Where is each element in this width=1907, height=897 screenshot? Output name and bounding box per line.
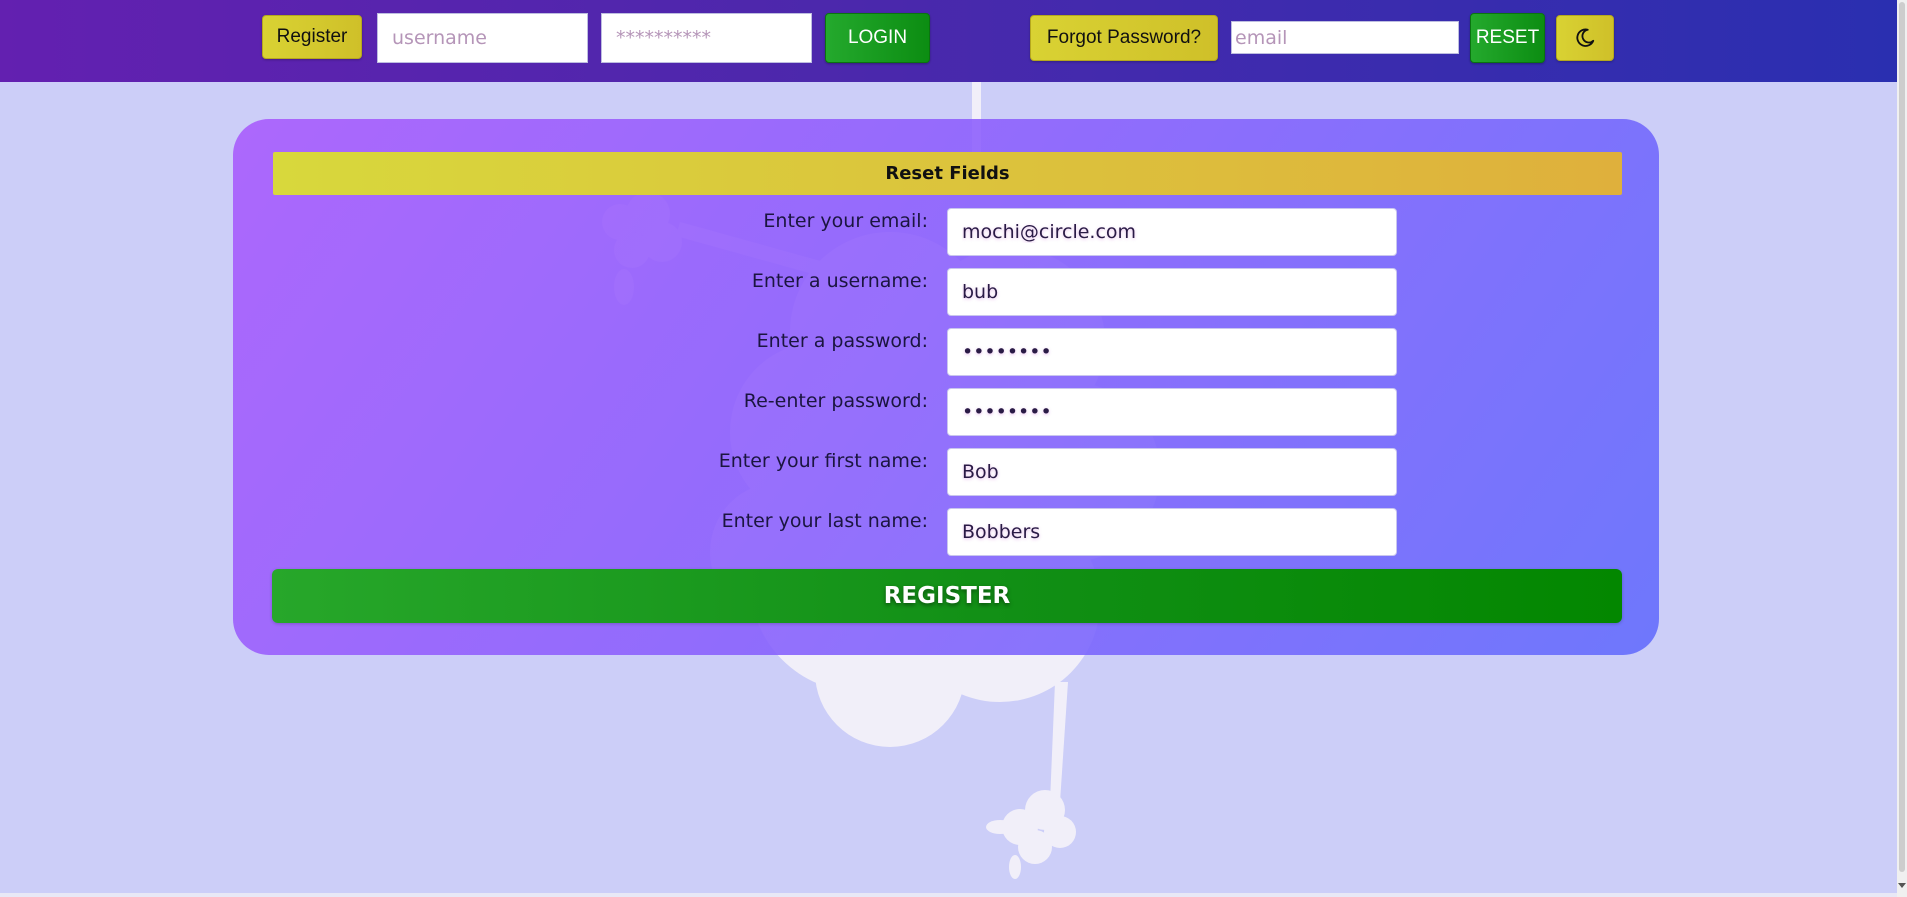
top-navigation-bar: Register LOGIN Forgot Password? RESET [0,0,1897,82]
reset-fields-button[interactable]: Reset Fields [273,152,1622,195]
last-name-label: Enter your last name: [721,510,928,532]
username-row: Enter a username: [0,268,1907,316]
first-name-field[interactable] [947,448,1397,496]
reenter-password-label: Re-enter password: [743,390,928,412]
reset-email-input[interactable] [1231,21,1459,54]
theme-toggle-button[interactable] [1556,15,1614,61]
forgot-password-button[interactable]: Forgot Password? [1030,15,1218,61]
email-label: Enter your email: [763,210,928,232]
last-name-row: Enter your last name: [0,508,1907,556]
moon-icon [1576,28,1595,47]
login-button[interactable]: LOGIN [825,13,930,63]
email-row: Enter your email: [0,208,1907,256]
vertical-scrollbar[interactable] [1897,0,1907,897]
reset-password-button[interactable]: RESET [1470,13,1545,63]
bottom-edge [0,893,1897,897]
login-password-input[interactable] [601,13,812,63]
password-field[interactable] [947,328,1397,376]
email-field[interactable] [947,208,1397,256]
password-row: Enter a password: [0,328,1907,376]
first-name-row: Enter your first name: [0,448,1907,496]
first-name-label: Enter your first name: [718,450,928,472]
scrollbar-thumb[interactable] [1899,2,1905,872]
password-label: Enter a password: [756,330,928,352]
reenter-password-row: Re-enter password: [0,388,1907,436]
login-username-input[interactable] [377,13,588,63]
scroll-down-arrow-icon[interactable] [1898,883,1906,888]
reenter-password-field[interactable] [947,388,1397,436]
nav-register-button[interactable]: Register [262,15,362,59]
username-label: Enter a username: [751,270,928,292]
last-name-field[interactable] [947,508,1397,556]
username-field[interactable] [947,268,1397,316]
register-submit-button[interactable]: REGISTER [272,569,1622,623]
